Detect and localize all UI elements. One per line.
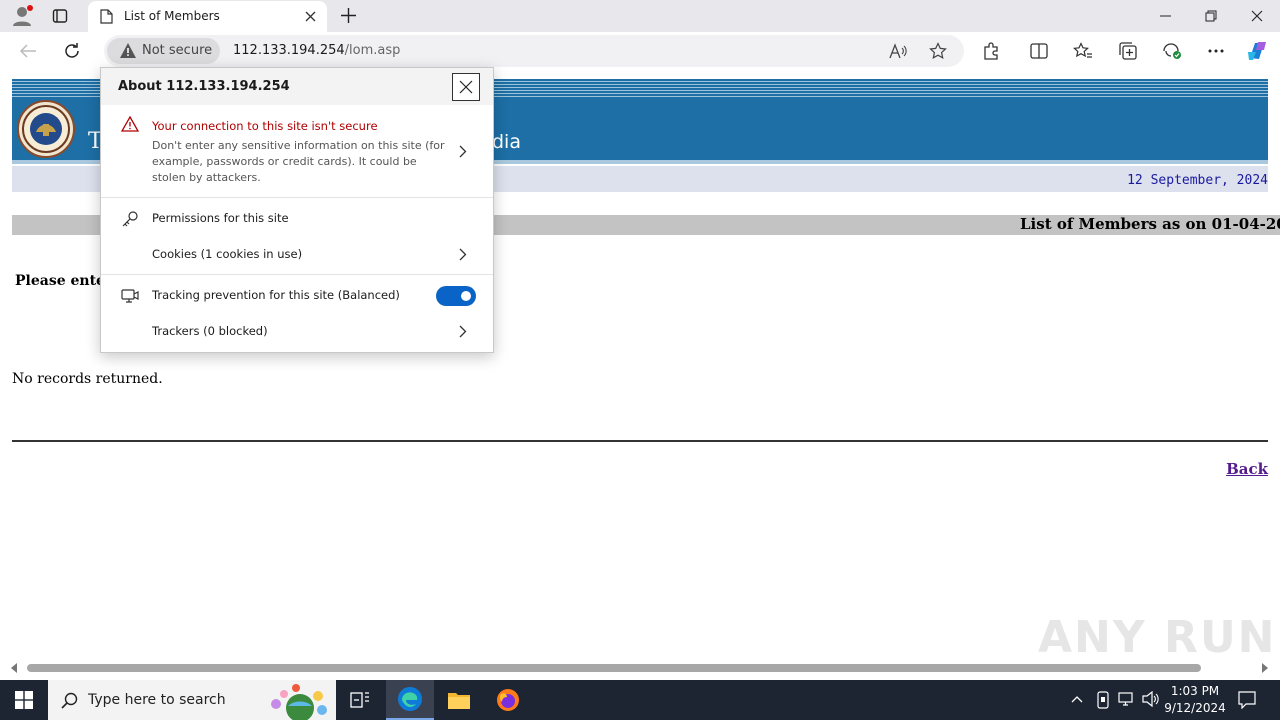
tracking-label: Tracking prevention for this site (Balan…: [152, 288, 400, 302]
browser-toolbar: Not secure 112.133.194.254/lom.asp: [0, 32, 1280, 70]
windows-logo-icon: [15, 691, 33, 709]
firefox-icon[interactable]: [484, 680, 532, 720]
network-icon[interactable]: [1118, 691, 1136, 707]
tab-list-of-members[interactable]: List of Members: [88, 1, 327, 32]
url-path: /lom.asp: [344, 43, 401, 58]
task-view-icon[interactable]: [336, 680, 384, 720]
url-text[interactable]: 112.133.194.254/lom.asp: [233, 43, 400, 58]
popup-title: About 112.133.194.254: [118, 79, 290, 94]
trackers-label: Trackers (0 blocked): [152, 324, 268, 338]
browser-essentials-icon[interactable]: [1161, 40, 1183, 62]
meet-now-icon[interactable]: [1095, 691, 1111, 709]
read-aloud-icon[interactable]: [887, 40, 909, 62]
favorite-star-icon[interactable]: [927, 40, 949, 62]
popup-close-button[interactable]: [452, 73, 480, 101]
extensions-icon[interactable]: [980, 40, 1002, 62]
back-link[interactable]: Back: [1226, 460, 1268, 478]
institute-logo: [17, 100, 75, 158]
address-bar[interactable]: Not secure 112.133.194.254/lom.asp: [104, 35, 964, 67]
search-highlight-icon: [260, 682, 332, 720]
close-window-icon[interactable]: [1234, 0, 1280, 32]
taskbar-clock[interactable]: 1:03 PM 9/12/2024: [1160, 683, 1230, 717]
chevron-right-icon: [459, 145, 467, 158]
toggle-knob: [461, 291, 471, 301]
warning-icon: [121, 116, 139, 132]
clock-time: 1:03 PM: [1170, 684, 1220, 698]
tab-actions-icon[interactable]: [52, 8, 68, 24]
notification-center-icon[interactable]: [1238, 691, 1256, 709]
tab-title: List of Members: [124, 9, 220, 23]
chevron-right-icon: [459, 325, 467, 338]
please-enter-text: Please enter: [15, 273, 113, 289]
tracking-toggle[interactable]: [436, 286, 476, 306]
list-heading: List of Members as on 01-04-2024: [1020, 215, 1280, 233]
copilot-icon[interactable]: [1246, 40, 1268, 62]
refresh-icon[interactable]: [61, 40, 83, 62]
url-host: 112.133.194.254: [233, 43, 345, 58]
scrollbar-thumb[interactable]: [27, 664, 1201, 672]
permissions-label: Permissions for this site: [152, 211, 289, 225]
search-icon: [61, 692, 78, 709]
popup-divider: [101, 274, 493, 275]
key-icon: [121, 210, 139, 228]
start-button[interactable]: [0, 680, 48, 720]
scroll-right-arrow-icon[interactable]: [1261, 663, 1269, 673]
restore-icon[interactable]: [1188, 0, 1234, 32]
edge-taskbar-icon[interactable]: [386, 680, 434, 720]
warning-title: Your connection to this site isn't secur…: [152, 119, 378, 133]
volume-icon[interactable]: [1142, 691, 1160, 707]
close-tab-icon[interactable]: [305, 11, 316, 22]
clock-date: 9/12/2024: [1164, 701, 1226, 715]
no-records-text: No records returned.: [12, 371, 163, 387]
cookies-label: Cookies (1 cookies in use): [152, 247, 303, 261]
scroll-left-arrow-icon[interactable]: [11, 663, 19, 673]
file-explorer-icon[interactable]: [435, 680, 483, 720]
chevron-right-icon: [459, 248, 467, 261]
warning-triangle-icon: [119, 42, 137, 59]
anyrun-watermark: ANY RUN: [1038, 612, 1277, 663]
horizontal-rule: [12, 440, 1268, 442]
minimize-icon[interactable]: [1142, 0, 1188, 32]
horizontal-scrollbar[interactable]: [0, 660, 1280, 676]
site-info-popup: About 112.133.194.254 Your connection to…: [100, 67, 494, 353]
profile-icon[interactable]: [10, 5, 34, 27]
split-screen-icon[interactable]: [1028, 40, 1050, 62]
not-secure-button[interactable]: Not secure: [107, 38, 220, 64]
title-bar: List of Members: [0, 0, 1280, 32]
popup-divider: [101, 197, 493, 198]
not-secure-label: Not secure: [142, 43, 213, 58]
search-placeholder: Type here to search: [88, 692, 226, 708]
show-hidden-icons-icon[interactable]: [1070, 692, 1084, 706]
collections-icon[interactable]: [1117, 40, 1139, 62]
favorites-icon[interactable]: [1072, 40, 1094, 62]
current-date: 12 September, 2024: [1127, 173, 1268, 188]
tracking-prevention-icon: [121, 288, 139, 304]
taskbar-search-box[interactable]: Type here to search: [48, 680, 336, 720]
more-options-icon[interactable]: [1205, 40, 1227, 62]
popup-header: About 112.133.194.254: [101, 68, 493, 105]
new-tab-icon[interactable]: [340, 7, 357, 24]
windows-taskbar: Type here to search 1:03 PM 9/12/2024: [0, 680, 1280, 720]
back-arrow-icon[interactable]: [17, 40, 39, 62]
banner-title-right: dia: [492, 131, 521, 153]
page-icon: [100, 9, 113, 24]
close-icon: [459, 80, 473, 94]
warning-body: Don't enter any sensitive information on…: [152, 139, 445, 184]
